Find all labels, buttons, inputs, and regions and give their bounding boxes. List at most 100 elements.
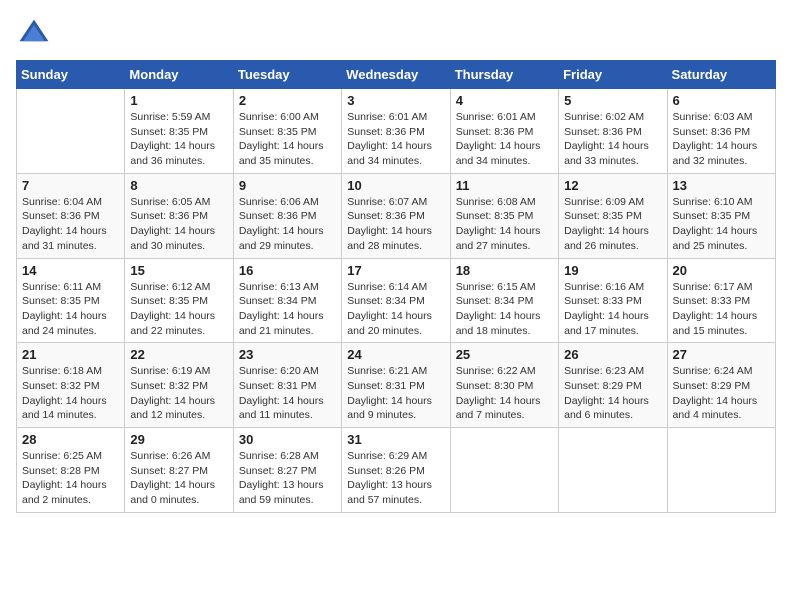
day-info: Sunrise: 6:00 AM Sunset: 8:35 PM Dayligh… <box>239 110 336 169</box>
calendar-cell: 8 Sunrise: 6:05 AM Sunset: 8:36 PM Daylig… <box>125 173 233 258</box>
day-number: 14 <box>22 263 119 278</box>
day-number: 1 <box>130 93 227 108</box>
calendar-cell: 20 Sunrise: 6:17 AM Sunset: 8:33 PM Dayli… <box>667 258 775 343</box>
logo-icon <box>16 16 52 52</box>
day-number: 6 <box>673 93 770 108</box>
day-info: Sunrise: 6:17 AM Sunset: 8:33 PM Dayligh… <box>673 280 770 339</box>
calendar-header: SundayMondayTuesdayWednesdayThursdayFrid… <box>17 61 776 89</box>
day-number: 9 <box>239 178 336 193</box>
calendar-cell <box>17 89 125 174</box>
day-info: Sunrise: 6:06 AM Sunset: 8:36 PM Dayligh… <box>239 195 336 254</box>
day-info: Sunrise: 6:05 AM Sunset: 8:36 PM Dayligh… <box>130 195 227 254</box>
day-info: Sunrise: 6:18 AM Sunset: 8:32 PM Dayligh… <box>22 364 119 423</box>
day-info: Sunrise: 6:13 AM Sunset: 8:34 PM Dayligh… <box>239 280 336 339</box>
day-number: 29 <box>130 432 227 447</box>
day-info: Sunrise: 6:26 AM Sunset: 8:27 PM Dayligh… <box>130 449 227 508</box>
weekday-header: Saturday <box>667 61 775 89</box>
calendar-cell: 9 Sunrise: 6:06 AM Sunset: 8:36 PM Daylig… <box>233 173 341 258</box>
calendar-cell: 11 Sunrise: 6:08 AM Sunset: 8:35 PM Dayli… <box>450 173 558 258</box>
day-info: Sunrise: 6:24 AM Sunset: 8:29 PM Dayligh… <box>673 364 770 423</box>
day-info: Sunrise: 6:08 AM Sunset: 8:35 PM Dayligh… <box>456 195 553 254</box>
calendar-cell: 3Sunrise: 6:01 AM Sunset: 8:36 PM Daylig… <box>342 89 450 174</box>
calendar-week-row: 21 Sunrise: 6:18 AM Sunset: 8:32 PM Dayli… <box>17 343 776 428</box>
day-info: Sunrise: 6:11 AM Sunset: 8:35 PM Dayligh… <box>22 280 119 339</box>
day-info: Sunrise: 6:04 AM Sunset: 8:36 PM Dayligh… <box>22 195 119 254</box>
day-info: Sunrise: 6:20 AM Sunset: 8:31 PM Dayligh… <box>239 364 336 423</box>
calendar-cell: 23Sunrise: 6:20 AM Sunset: 8:31 PM Dayli… <box>233 343 341 428</box>
calendar-cell: 12Sunrise: 6:09 AM Sunset: 8:35 PM Dayli… <box>559 173 667 258</box>
day-number: 20 <box>673 263 770 278</box>
calendar-cell: 31 Sunrise: 6:29 AM Sunset: 8:26 PM Dayli… <box>342 428 450 513</box>
day-number: 19 <box>564 263 661 278</box>
calendar-cell: 27 Sunrise: 6:24 AM Sunset: 8:29 PM Dayli… <box>667 343 775 428</box>
day-number: 31 <box>347 432 444 447</box>
day-number: 2 <box>239 93 336 108</box>
calendar-table: SundayMondayTuesdayWednesdayThursdayFrid… <box>16 60 776 513</box>
calendar-cell: 13 Sunrise: 6:10 AM Sunset: 8:35 PM Dayli… <box>667 173 775 258</box>
weekday-header: Tuesday <box>233 61 341 89</box>
calendar-cell: 16 Sunrise: 6:13 AM Sunset: 8:34 PM Dayli… <box>233 258 341 343</box>
day-number: 7 <box>22 178 119 193</box>
day-info: Sunrise: 6:16 AM Sunset: 8:33 PM Dayligh… <box>564 280 661 339</box>
weekday-header: Sunday <box>17 61 125 89</box>
calendar-cell: 19 Sunrise: 6:16 AM Sunset: 8:33 PM Dayli… <box>559 258 667 343</box>
calendar-cell: 29 Sunrise: 6:26 AM Sunset: 8:27 PM Dayli… <box>125 428 233 513</box>
calendar-cell: 30Sunrise: 6:28 AM Sunset: 8:27 PM Dayli… <box>233 428 341 513</box>
calendar-cell: 28Sunrise: 6:25 AM Sunset: 8:28 PM Dayli… <box>17 428 125 513</box>
calendar-cell: 24Sunrise: 6:21 AM Sunset: 8:31 PM Dayli… <box>342 343 450 428</box>
day-number: 8 <box>130 178 227 193</box>
day-number: 3 <box>347 93 444 108</box>
calendar-cell <box>450 428 558 513</box>
day-info: Sunrise: 6:29 AM Sunset: 8:26 PM Dayligh… <box>347 449 444 508</box>
day-info: Sunrise: 6:07 AM Sunset: 8:36 PM Dayligh… <box>347 195 444 254</box>
day-info: Sunrise: 6:25 AM Sunset: 8:28 PM Dayligh… <box>22 449 119 508</box>
day-number: 13 <box>673 178 770 193</box>
calendar-cell <box>559 428 667 513</box>
day-info: Sunrise: 6:12 AM Sunset: 8:35 PM Dayligh… <box>130 280 227 339</box>
day-info: Sunrise: 6:22 AM Sunset: 8:30 PM Dayligh… <box>456 364 553 423</box>
day-number: 12 <box>564 178 661 193</box>
weekday-header: Thursday <box>450 61 558 89</box>
day-info: Sunrise: 6:03 AM Sunset: 8:36 PM Dayligh… <box>673 110 770 169</box>
day-number: 26 <box>564 347 661 362</box>
calendar-cell: 18 Sunrise: 6:15 AM Sunset: 8:34 PM Dayli… <box>450 258 558 343</box>
calendar-week-row: 1Sunrise: 5:59 AM Sunset: 8:35 PM Daylig… <box>17 89 776 174</box>
calendar-cell: 7 Sunrise: 6:04 AM Sunset: 8:36 PM Daylig… <box>17 173 125 258</box>
day-number: 17 <box>347 263 444 278</box>
day-info: Sunrise: 6:28 AM Sunset: 8:27 PM Dayligh… <box>239 449 336 508</box>
day-number: 22 <box>130 347 227 362</box>
calendar-week-row: 28Sunrise: 6:25 AM Sunset: 8:28 PM Dayli… <box>17 428 776 513</box>
calendar-cell: 1Sunrise: 5:59 AM Sunset: 8:35 PM Daylig… <box>125 89 233 174</box>
calendar-week-row: 14 Sunrise: 6:11 AM Sunset: 8:35 PM Dayli… <box>17 258 776 343</box>
day-number: 25 <box>456 347 553 362</box>
calendar-cell: 21 Sunrise: 6:18 AM Sunset: 8:32 PM Dayli… <box>17 343 125 428</box>
calendar-cell: 10 Sunrise: 6:07 AM Sunset: 8:36 PM Dayli… <box>342 173 450 258</box>
day-info: Sunrise: 6:15 AM Sunset: 8:34 PM Dayligh… <box>456 280 553 339</box>
calendar-cell: 15 Sunrise: 6:12 AM Sunset: 8:35 PM Dayli… <box>125 258 233 343</box>
calendar-cell: 14 Sunrise: 6:11 AM Sunset: 8:35 PM Dayli… <box>17 258 125 343</box>
calendar-cell: 2 Sunrise: 6:00 AM Sunset: 8:35 PM Daylig… <box>233 89 341 174</box>
calendar-cell: 5Sunrise: 6:02 AM Sunset: 8:36 PM Daylig… <box>559 89 667 174</box>
day-number: 15 <box>130 263 227 278</box>
calendar-week-row: 7 Sunrise: 6:04 AM Sunset: 8:36 PM Daylig… <box>17 173 776 258</box>
day-info: Sunrise: 6:02 AM Sunset: 8:36 PM Dayligh… <box>564 110 661 169</box>
calendar-cell: 6 Sunrise: 6:03 AM Sunset: 8:36 PM Daylig… <box>667 89 775 174</box>
weekday-header: Monday <box>125 61 233 89</box>
day-number: 16 <box>239 263 336 278</box>
day-info: Sunrise: 6:21 AM Sunset: 8:31 PM Dayligh… <box>347 364 444 423</box>
day-number: 11 <box>456 178 553 193</box>
weekday-header: Wednesday <box>342 61 450 89</box>
calendar-cell: 22 Sunrise: 6:19 AM Sunset: 8:32 PM Dayli… <box>125 343 233 428</box>
day-info: Sunrise: 6:19 AM Sunset: 8:32 PM Dayligh… <box>130 364 227 423</box>
day-info: Sunrise: 6:10 AM Sunset: 8:35 PM Dayligh… <box>673 195 770 254</box>
day-info: Sunrise: 6:23 AM Sunset: 8:29 PM Dayligh… <box>564 364 661 423</box>
day-info: Sunrise: 6:01 AM Sunset: 8:36 PM Dayligh… <box>456 110 553 169</box>
day-number: 27 <box>673 347 770 362</box>
day-number: 21 <box>22 347 119 362</box>
calendar-cell <box>667 428 775 513</box>
weekday-header: Friday <box>559 61 667 89</box>
day-number: 18 <box>456 263 553 278</box>
calendar-cell: 4 Sunrise: 6:01 AM Sunset: 8:36 PM Daylig… <box>450 89 558 174</box>
day-number: 10 <box>347 178 444 193</box>
day-number: 4 <box>456 93 553 108</box>
